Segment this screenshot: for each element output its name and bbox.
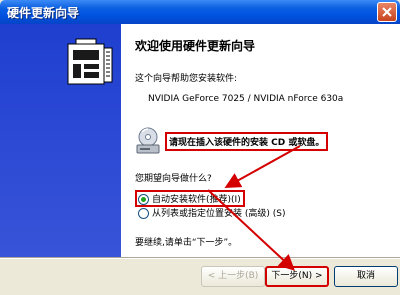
insert-cd-prompt: 请现在插入该硬件的安装 CD 或软盘。	[165, 132, 329, 151]
auto-install-option[interactable]: 自动安装软件(推荐)(I)	[135, 190, 245, 207]
manual-install-option[interactable]: 从列表或指定位置安装 (高级) (S)	[138, 206, 285, 219]
radio-auto-install[interactable]	[138, 194, 149, 205]
radio-manual-install[interactable]	[138, 208, 149, 219]
manual-install-label[interactable]: 从列表或指定位置安装 (高级) (S)	[152, 209, 285, 219]
cd-drive-icon	[136, 127, 160, 154]
wizard-side-panel	[0, 24, 121, 257]
close-button[interactable]	[377, 2, 397, 22]
next-button[interactable]: 下一步(N) >	[265, 266, 329, 287]
footer-divider	[0, 257, 400, 259]
auto-install-label[interactable]: 自动安装软件(推荐)(I)	[152, 195, 241, 205]
wizard-content: 欢迎使用硬件更新向导 这个向导帮助您安装软件: NVIDIA GeForce 7…	[121, 24, 400, 257]
window-title: 硬件更新向导	[7, 6, 80, 20]
continue-instructions: 要继续,请单击“下一步”。	[135, 238, 238, 248]
close-icon	[382, 7, 392, 17]
page-title: 欢迎使用硬件更新向导	[135, 39, 256, 53]
intro-text: 这个向导帮助您安装软件:	[135, 74, 238, 84]
device-name: NVIDIA GeForce 7025 / NVIDIA nForce 630a	[148, 94, 344, 104]
title-bar[interactable]: 硬件更新向导	[0, 0, 400, 24]
hardware-card-icon	[67, 38, 113, 85]
cancel-button[interactable]: 取消	[334, 266, 398, 287]
question-text: 您期望向导做什么?	[135, 174, 212, 184]
back-button[interactable]: < 上一步(B)	[201, 266, 265, 287]
wizard-window: 硬件更新向导 欢迎使用硬件更新向导 这个向导帮助您安装软件: NVIDIA Ge…	[0, 0, 400, 295]
